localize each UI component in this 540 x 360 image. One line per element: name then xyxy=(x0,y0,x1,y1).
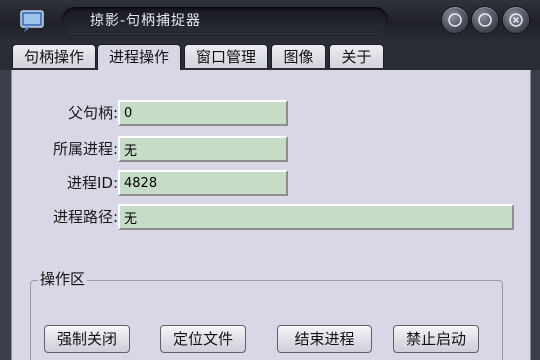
maximize-icon xyxy=(478,13,492,27)
tab-process-ops[interactable]: 进程操作 xyxy=(97,44,181,71)
title-bar[interactable]: 掠影-句柄捕捉器 xyxy=(0,0,540,42)
process-id-field[interactable] xyxy=(118,170,288,196)
tab-image[interactable]: 图像 xyxy=(271,44,326,68)
maximize-button[interactable] xyxy=(472,7,498,33)
app-icon xyxy=(20,10,44,32)
tab-window-manage[interactable]: 窗口管理 xyxy=(184,44,268,68)
process-path-label: 进程路径: xyxy=(52,208,118,226)
app-window: 掠影-句柄捕捉器 句柄操作 进程操作 窗口管理 图像 关于 父句柄: 所属进程:… xyxy=(0,0,540,360)
tab-handle-ops[interactable]: 句柄操作 xyxy=(12,44,96,68)
minimize-icon xyxy=(448,13,462,27)
force-close-button[interactable]: 强制关闭 xyxy=(44,325,130,353)
end-process-button[interactable]: 结束进程 xyxy=(277,325,372,353)
process-label: 所属进程: xyxy=(52,140,118,158)
process-id-label: 进程ID: xyxy=(66,174,118,192)
tab-about[interactable]: 关于 xyxy=(329,44,384,68)
parent-handle-field[interactable] xyxy=(118,100,288,126)
window-title: 掠影-句柄捕捉器 xyxy=(90,13,202,29)
locate-file-button[interactable]: 定位文件 xyxy=(160,325,246,353)
block-startup-button[interactable]: 禁止启动 xyxy=(393,325,479,353)
process-field[interactable] xyxy=(118,136,288,162)
operations-group-title: 操作区 xyxy=(38,268,88,289)
close-button[interactable] xyxy=(503,7,529,33)
process-path-field[interactable] xyxy=(118,204,514,230)
parent-handle-label: 父句柄: xyxy=(67,104,118,122)
close-icon xyxy=(509,13,523,27)
minimize-button[interactable] xyxy=(442,7,468,33)
